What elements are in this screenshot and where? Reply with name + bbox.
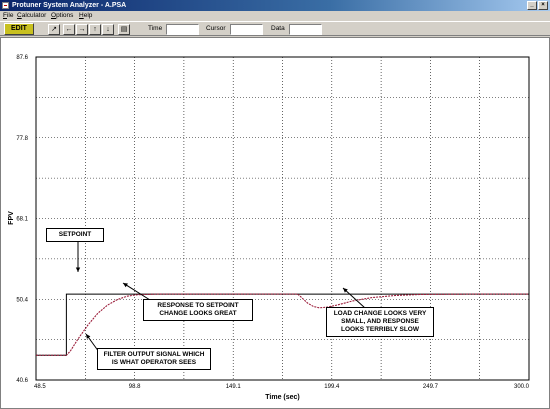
annotation-load-change: LOAD CHANGE LOOKS VERY SMALL, AND RESPON… <box>326 307 434 337</box>
annotation-setpoint: SETPOINT <box>46 228 104 242</box>
y-tick-label: 68.1 <box>16 217 28 223</box>
y-tick-label: 50.4 <box>16 297 28 303</box>
y-axis-label: FPV <box>8 211 15 225</box>
y-tick-label: 87.6 <box>16 55 28 61</box>
x-tick-label: 149.1 <box>226 384 242 390</box>
x-tick-label: 249.7 <box>423 384 439 390</box>
x-tick-label: 98.8 <box>129 384 141 390</box>
annotation-filter-output: FILTER OUTPUT SIGNAL WHICH IS WHAT OPERA… <box>97 348 211 370</box>
annotation-setpoint-response: RESPONSE TO SETPOINT CHANGE LOOKS GREAT <box>143 299 253 321</box>
x-axis-label: Time (sec) <box>265 394 300 401</box>
x-tick-label: 48.5 <box>34 384 46 390</box>
x-tick-label: 199.4 <box>324 384 340 390</box>
y-tick-label: 40.6 <box>16 378 28 384</box>
y-tick-label: 77.8 <box>16 136 28 142</box>
trend-chart[interactable]: 48.5 98.8 149.1 199.4 249.7 300.0 40.6 50.4 68.1… <box>0 0 550 409</box>
x-tick-label: 300.0 <box>514 384 530 390</box>
